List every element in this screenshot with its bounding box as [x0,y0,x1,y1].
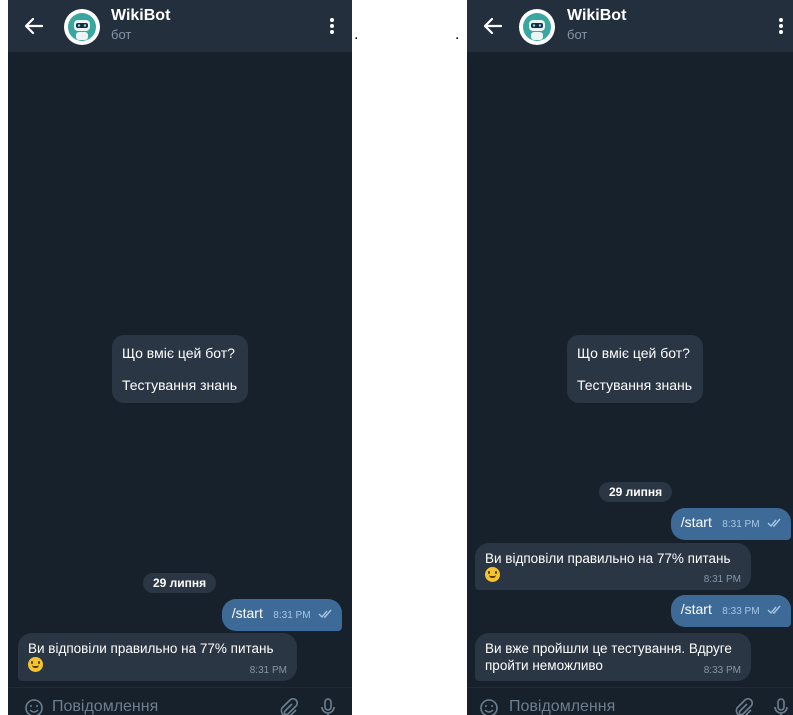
outgoing-message[interactable]: /start 8:31 PM [221,599,342,631]
robot-icon [68,13,96,41]
microphone-icon[interactable] [773,698,789,715]
grinning-face-emoji [28,657,43,672]
bot-description-text: Тестування знань [577,377,693,393]
message-time: 8:31 PM [249,665,287,676]
message-text-line: Ви вже пройшли це тестування. Вдруге [485,641,732,656]
bot-description-card: Що вміє цей бот? Тестування знань [567,335,703,403]
message-text: Ви відповіли правильно на 77% питань [28,641,274,656]
message-time: 8:31 PM [703,574,741,585]
message-input[interactable]: Повідомлення [509,698,615,715]
chat-subtitle: бот [111,27,132,42]
bot-avatar[interactable] [64,9,100,45]
back-arrow-icon[interactable] [22,14,46,38]
message-text: Ви відповіли правильно на 77% питань [485,551,731,566]
more-menu-icon[interactable] [771,14,791,38]
robot-icon [523,13,551,41]
outgoing-message[interactable]: /start 8:31 PM [670,508,791,540]
bot-description-title: Що вміє цей бот? [122,345,235,361]
bot-description-card: Що вміє цей бот? Тестування знань [112,335,248,403]
attach-icon[interactable] [733,698,753,715]
message-time: 8:31 PM [722,519,760,530]
separator-dot: . [354,26,359,43]
chat-screen-left: WikiBot бот Що вміє цей бот? Тестування … [8,0,352,715]
chat-screen-right: WikiBot бот Що вміє цей бот? Тестування … [467,0,793,715]
incoming-message[interactable]: Ви відповіли правильно на 77% питань 8:3… [475,543,751,590]
chat-title[interactable]: WikiBot [567,7,626,25]
message-text: /start [680,514,712,530]
double-check-icon [767,605,781,615]
message-text: /start [231,605,263,621]
message-text-line: пройти неможливо [485,658,603,673]
chat-subtitle: бот [567,27,588,42]
message-time: 8:31 PM [273,610,311,621]
message-text: /start [680,601,712,617]
message-time: 8:33 PM [722,606,760,617]
chat-header: WikiBot бот [8,0,352,52]
more-menu-icon[interactable] [322,14,342,38]
chat-title[interactable]: WikiBot [111,7,170,25]
separator-dot: . [455,26,460,43]
bot-description-text: Тестування знань [122,377,238,393]
bot-avatar[interactable] [519,9,555,45]
incoming-message[interactable]: Ви вже пройшли це тестування. Вдруге про… [475,633,751,681]
emoji-icon[interactable] [24,698,44,715]
bot-description-title: Що вміє цей бот? [577,345,690,361]
outgoing-message[interactable]: /start 8:33 PM [670,595,791,627]
incoming-message[interactable]: Ви відповіли правильно на 77% питань 8:3… [18,633,297,681]
back-arrow-icon[interactable] [481,14,505,38]
chat-header: WikiBot бот [467,0,793,52]
emoji-icon[interactable] [479,698,499,715]
double-check-icon [767,518,781,528]
attach-icon[interactable] [278,698,298,715]
microphone-icon[interactable] [320,698,336,715]
double-check-icon [318,609,332,619]
message-input-bar: Повідомлення [467,687,793,715]
message-time: 8:33 PM [703,665,741,676]
message-input[interactable]: Повідомлення [52,698,158,715]
message-input-bar: Повідомлення [8,687,352,715]
grinning-face-emoji [485,567,500,582]
date-separator: 29 липня [143,573,217,593]
date-separator: 29 липня [599,482,673,502]
